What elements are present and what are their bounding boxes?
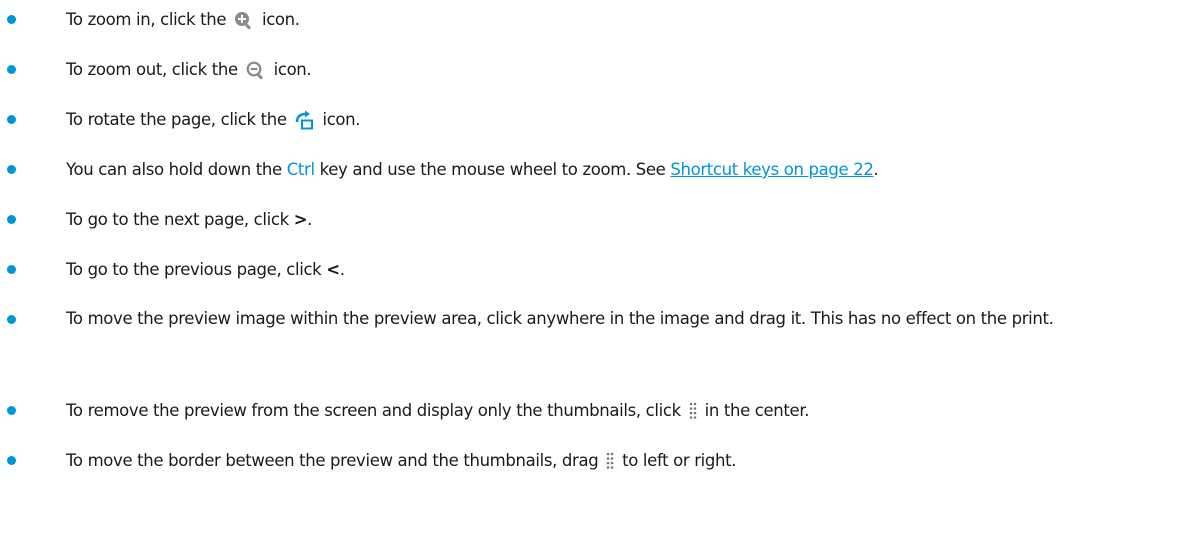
next-page-symbol: > [293, 210, 308, 229]
bullet-icon [7, 456, 16, 465]
item-text: You can also hold down the Ctrl key and … [66, 157, 1176, 182]
bullet-icon [7, 165, 16, 174]
item-text-pre: To zoom in, click the [66, 10, 227, 29]
item-text-pre: To move the border between the preview a… [66, 451, 599, 470]
bullet-icon [7, 65, 16, 74]
item-text-post: . [307, 210, 313, 229]
item-text: To move the border between the preview a… [66, 448, 1176, 477]
item-text-pre: To remove the preview from the screen an… [66, 401, 681, 420]
item-text: To move the preview image within the pre… [66, 309, 1054, 328]
item-text: To remove the preview from the screen an… [66, 398, 1176, 427]
item-text-post: . [339, 260, 345, 279]
grip-handle-icon [689, 402, 697, 427]
item-text: To go to the next page, click >. [66, 207, 1176, 232]
item-text-post: icon. [261, 10, 300, 29]
item-text-pre: You can also hold down the [66, 160, 282, 179]
item-text: To zoom out, click the icon. [66, 57, 1176, 82]
ctrl-key-label: Ctrl [286, 160, 315, 179]
bullet-icon [7, 215, 16, 224]
bullet-icon [7, 15, 16, 24]
shortcut-keys-link[interactable]: Shortcut keys on page 22 [670, 160, 873, 179]
previous-page-symbol: < [326, 260, 340, 279]
item-text-post: icon. [322, 110, 361, 129]
item-text-mid: key and use the mouse wheel to zoom. See [319, 160, 666, 179]
item-text-pre: To go to the previous page, click [66, 260, 322, 279]
bullet-icon [7, 265, 16, 274]
item-text: To go to the previous page, click <. [66, 257, 1176, 282]
item-text: To rotate the page, click the icon. [66, 107, 1176, 132]
item-text-post: . [873, 160, 879, 179]
bullet-icon [7, 406, 16, 415]
item-text-pre: To rotate the page, click the [66, 110, 287, 129]
item-text-post: in the center. [704, 401, 810, 420]
zoom-in-icon [233, 10, 255, 30]
grip-handle-icon [606, 452, 614, 477]
item-text-pre: To go to the next page, click [66, 210, 289, 229]
item-text-post: icon. [273, 60, 312, 79]
item-text: To zoom in, click the icon. [66, 7, 1176, 32]
bullet-icon [7, 315, 16, 324]
bullet-icon [7, 115, 16, 124]
zoom-out-icon [245, 60, 267, 80]
item-text-post: to left or right. [622, 451, 737, 470]
item-text-pre: To zoom out, click the [66, 60, 238, 79]
rotate-icon [294, 110, 316, 130]
